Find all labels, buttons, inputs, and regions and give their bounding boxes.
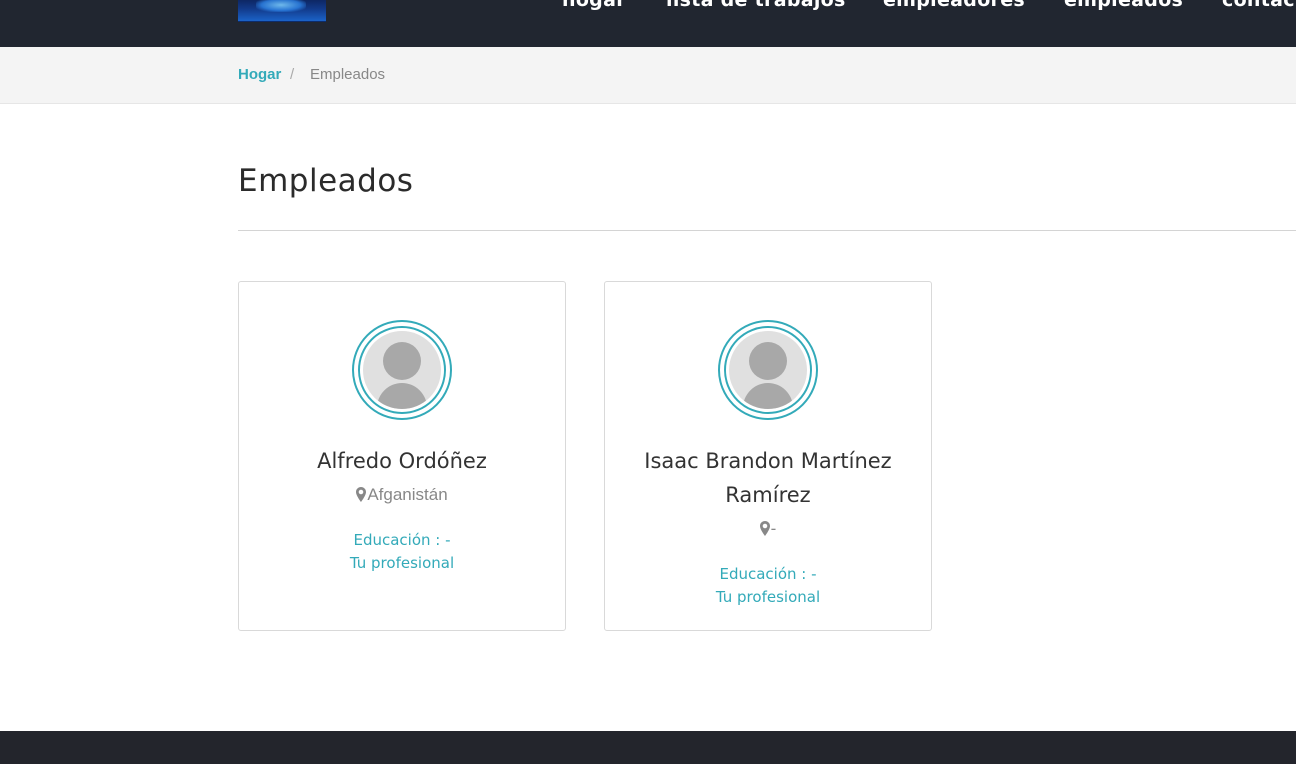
breadcrumb-current: Empleados	[310, 66, 386, 83]
employee-education[interactable]: Educación : -	[615, 565, 921, 583]
employee-location: -	[615, 519, 921, 541]
avatar-shoulders-shape	[743, 383, 793, 409]
employee-name[interactable]: Alfredo Ordóñez	[249, 444, 555, 478]
title-divider	[238, 230, 1296, 231]
employee-location-text: -	[770, 519, 777, 538]
avatar-inner-ring	[358, 326, 446, 414]
employee-education[interactable]: Educación : -	[249, 531, 555, 549]
avatar-shoulders-shape	[377, 383, 427, 409]
site-logo[interactable]	[238, 0, 326, 22]
avatar-head-shape	[383, 342, 421, 380]
nav-item-hogar[interactable]: hogar	[562, 0, 626, 11]
employee-location-text: Afganistán	[367, 485, 448, 504]
page-title: Empleados	[238, 163, 414, 199]
breadcrumb-home-link[interactable]: Hogar	[238, 66, 281, 83]
employee-location: Afganistán	[249, 485, 555, 507]
employee-card[interactable]: Alfredo Ordóñez Afganistán Educación : -…	[238, 281, 566, 631]
breadcrumb: Hogar / Empleados	[0, 47, 1296, 104]
map-marker-icon	[356, 487, 367, 507]
employee-profession[interactable]: Tu profesional	[249, 554, 555, 572]
breadcrumb-separator: /	[290, 66, 295, 83]
top-navbar: hogar lista de trabajos empleadores empl…	[0, 0, 1296, 47]
employee-name[interactable]: Isaac Brandon Martínez Ramírez	[615, 444, 921, 512]
nav-item-empleadores[interactable]: empleadores	[883, 0, 1025, 11]
employee-profession[interactable]: Tu profesional	[615, 588, 921, 606]
employee-card[interactable]: Isaac Brandon Martínez Ramírez - Educaci…	[604, 281, 932, 631]
map-marker-icon	[759, 521, 770, 541]
user-placeholder-icon	[363, 331, 441, 409]
logo-glow	[256, 0, 306, 12]
footer	[0, 731, 1296, 764]
nav-item-lista-de-trabajos[interactable]: lista de trabajos	[666, 0, 846, 11]
nav-item-empleados[interactable]: empleados	[1064, 0, 1183, 11]
avatar-head-shape	[749, 342, 787, 380]
avatar[interactable]	[352, 320, 452, 420]
nav-item-contacto[interactable]: contacto	[1222, 0, 1296, 11]
avatar-inner-ring	[724, 326, 812, 414]
avatar[interactable]	[718, 320, 818, 420]
user-placeholder-icon	[729, 331, 807, 409]
